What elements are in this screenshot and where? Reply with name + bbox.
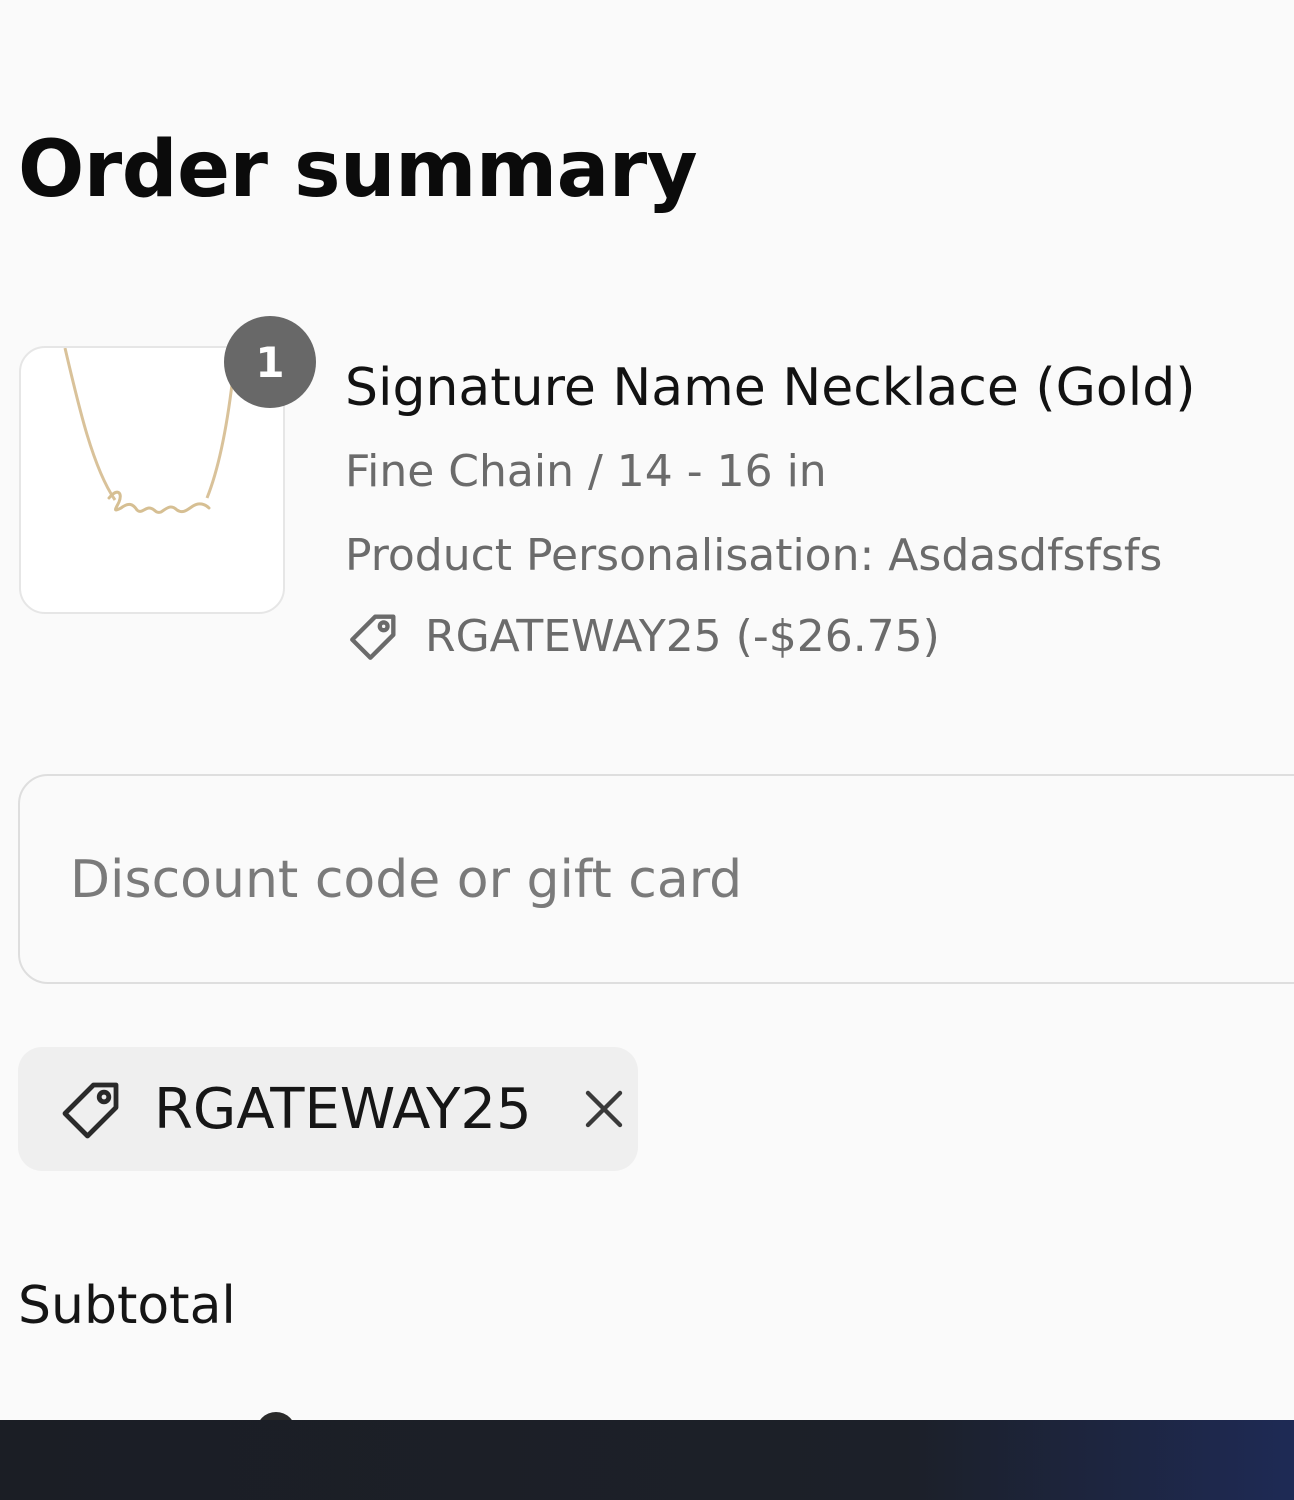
product-personalisation: Product Personalisation: Asdasdfsfsfs bbox=[345, 530, 1163, 581]
tag-icon bbox=[350, 614, 396, 660]
page-title: Order summary bbox=[18, 125, 698, 215]
quantity-badge: 1 bbox=[224, 316, 316, 408]
applied-discount-code: RGATEWAY25 bbox=[154, 1076, 532, 1142]
remove-discount-button[interactable] bbox=[574, 1079, 634, 1139]
line-item-discount: RGATEWAY25 (-$26.75) bbox=[345, 604, 940, 668]
line-item-discount-text: RGATEWAY25 (-$26.75) bbox=[425, 610, 940, 662]
applied-discount-chip: RGATEWAY25 bbox=[18, 1047, 638, 1171]
product-name: Signature Name Necklace (Gold) bbox=[345, 358, 1196, 418]
order-summary-page: Order summary 1 Signature Name Necklace … bbox=[0, 0, 1294, 1500]
taskbar bbox=[0, 1420, 1294, 1500]
tag-icon bbox=[62, 1082, 119, 1139]
subtotal-label: Subtotal bbox=[18, 1276, 236, 1336]
close-icon bbox=[585, 1090, 622, 1128]
discount-field[interactable] bbox=[18, 774, 1294, 984]
discount-input[interactable] bbox=[68, 776, 1272, 984]
product-variant: Fine Chain / 14 - 16 in bbox=[345, 446, 827, 497]
